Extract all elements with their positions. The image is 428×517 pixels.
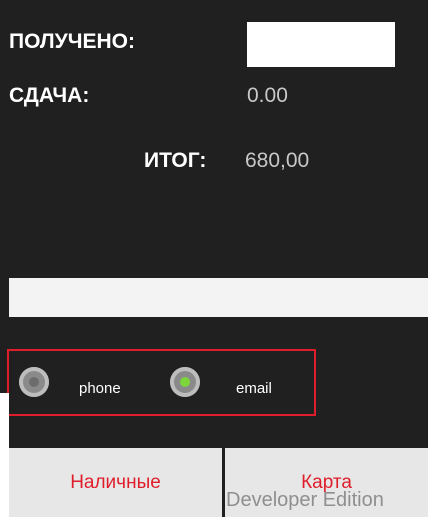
- total-label: ИТОГ:: [144, 149, 207, 172]
- cash-button[interactable]: Наличные: [9, 448, 222, 517]
- payment-screen: ПОЛУЧЕНО: СДАЧА: 0.00 ИТОГ: 680,00 phone…: [0, 0, 428, 517]
- total-value: 680,00: [245, 149, 310, 172]
- left-edge-strip: [0, 393, 9, 517]
- phone-radio[interactable]: [19, 367, 49, 397]
- card-button[interactable]: Карта: [225, 448, 428, 517]
- email-radio[interactable]: [170, 367, 200, 397]
- received-label: ПОЛУЧЕНО:: [9, 30, 135, 53]
- radio-checked-dot: [180, 377, 190, 387]
- change-label: СДАЧА:: [9, 84, 90, 107]
- phone-radio-label[interactable]: phone: [79, 380, 121, 397]
- email-radio-label[interactable]: email: [236, 380, 272, 397]
- radio-unchecked-dot: [29, 377, 39, 387]
- change-value: 0.00: [247, 84, 288, 107]
- email-input[interactable]: [9, 278, 428, 317]
- received-input[interactable]: [247, 22, 395, 67]
